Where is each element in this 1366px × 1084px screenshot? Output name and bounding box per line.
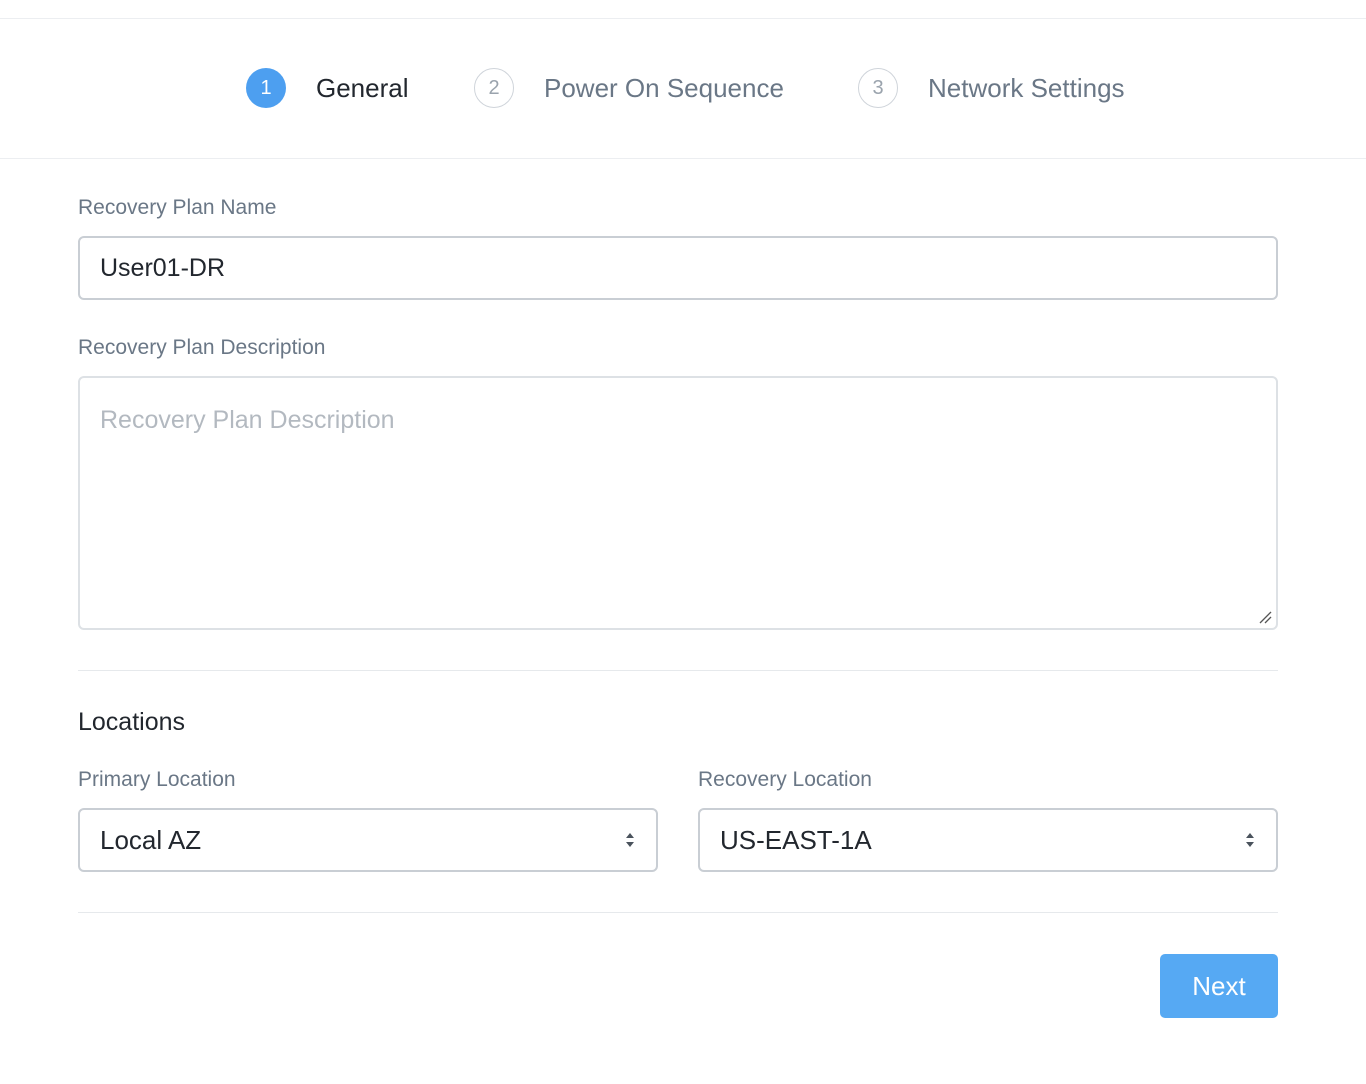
wizard-stepper: 1 General 2 Power On Sequence 3 Network …	[0, 19, 1366, 159]
section-divider	[78, 670, 1278, 671]
step-label-power-on-sequence: Power On Sequence	[544, 72, 784, 103]
step-label-network-settings: Network Settings	[928, 72, 1125, 103]
recovery-plan-description-textarea[interactable]: Recovery Plan Description	[78, 376, 1278, 630]
step-number-1: 1	[246, 68, 286, 108]
sort-arrows-icon	[626, 833, 634, 847]
primary-location-label: Primary Location	[78, 768, 236, 791]
locations-title: Locations	[78, 708, 186, 736]
primary-location-value: Local AZ	[100, 824, 202, 855]
step-number-3: 3	[858, 68, 898, 108]
recovery-plan-name-label: Recovery Plan Name	[78, 196, 277, 219]
recovery-plan-name-input[interactable]: User01-DR	[78, 236, 1278, 300]
sort-arrows-icon	[1246, 833, 1254, 847]
recovery-plan-name-value: User01-DR	[100, 253, 226, 282]
step-general[interactable]: 1 General	[246, 68, 409, 108]
step-label-general: General	[316, 72, 409, 103]
recovery-location-value: US-EAST-1A	[720, 824, 872, 855]
primary-location-select[interactable]: Local AZ	[78, 808, 658, 872]
step-network-settings[interactable]: 3 Network Settings	[858, 68, 1125, 108]
next-button[interactable]: Next	[1160, 954, 1278, 1018]
recovery-plan-description-label: Recovery Plan Description	[78, 336, 326, 359]
step-power-on-sequence[interactable]: 2 Power On Sequence	[474, 68, 784, 108]
recovery-plan-description-placeholder: Recovery Plan Description	[100, 406, 395, 434]
footer-divider	[78, 912, 1278, 913]
step-number-2: 2	[474, 68, 514, 108]
resize-handle-icon[interactable]	[1258, 610, 1272, 624]
recovery-location-label: Recovery Location	[698, 768, 872, 791]
recovery-location-select[interactable]: US-EAST-1A	[698, 808, 1278, 872]
